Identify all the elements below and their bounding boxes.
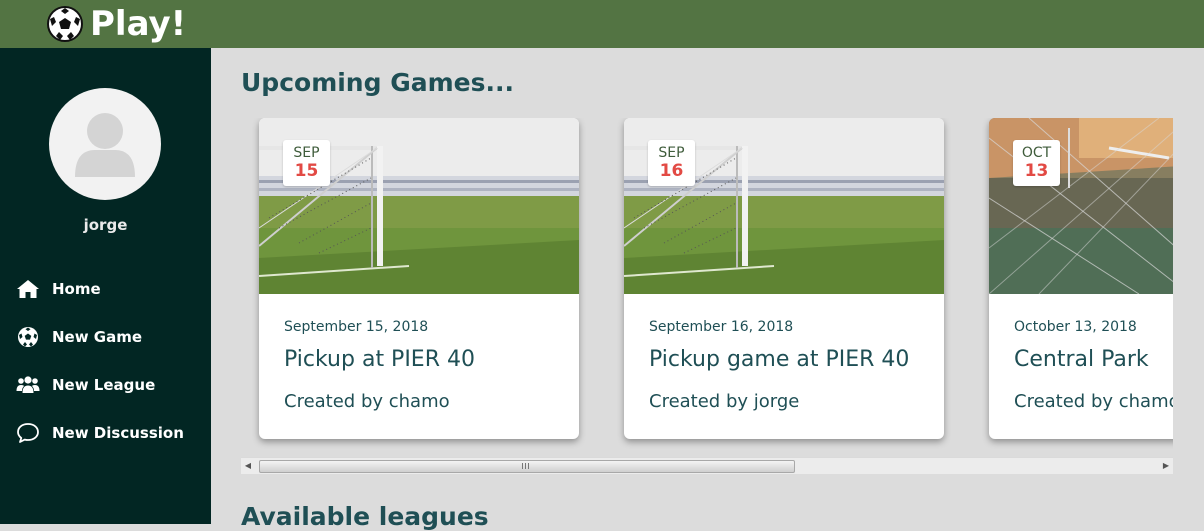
sidebar: jorge Home New Game New League New Discu…: [0, 48, 211, 524]
upcoming-games-title: Upcoming Games...: [241, 68, 514, 97]
horizontal-scrollbar[interactable]: ◀ ▶: [241, 457, 1173, 474]
game-title[interactable]: Central Park: [1014, 347, 1149, 372]
game-title[interactable]: Pickup game at PIER 40: [649, 347, 909, 372]
date-badge: SEP 16: [648, 140, 695, 186]
date-badge: SEP 15: [283, 140, 330, 186]
sidebar-item-label: New Discussion: [52, 424, 184, 442]
soccer-ball-icon: [18, 327, 38, 347]
available-leagues-title: Available leagues: [241, 502, 489, 531]
game-date: September 16, 2018: [649, 319, 794, 335]
home-icon: [17, 280, 39, 298]
game-creator: Created by chamo: [1014, 391, 1173, 412]
game-card[interactable]: SEP 15 September 15, 2018 Pickup at PIER…: [259, 118, 579, 439]
user-placeholder-icon: [75, 113, 135, 177]
sidebar-item-new-discussion[interactable]: New Discussion: [16, 420, 184, 446]
main-content: Upcoming Games... SEP 15 September 15, 2…: [211, 48, 1204, 531]
soccer-ball-icon: [47, 6, 83, 42]
speech-bubble-icon: [17, 423, 39, 443]
sidebar-username: jorge: [83, 216, 128, 234]
users-icon: [16, 376, 40, 393]
sidebar-item-label: Home: [52, 280, 101, 298]
sidebar-item-label: New League: [52, 376, 156, 394]
sidebar-item-label: New Game: [52, 328, 143, 346]
game-date: September 15, 2018: [284, 319, 429, 335]
badge-month: OCT: [1021, 145, 1052, 161]
game-creator: Created by chamo: [284, 391, 450, 412]
game-date: October 13, 2018: [1014, 319, 1137, 335]
badge-month: SEP: [293, 145, 320, 161]
avatar[interactable]: [49, 88, 161, 200]
game-title[interactable]: Pickup at PIER 40: [284, 347, 475, 372]
app-title: Play!: [90, 4, 187, 44]
game-creator: Created by jorge: [649, 391, 800, 412]
badge-month: SEP: [658, 145, 685, 161]
brand-link[interactable]: Play!: [46, 5, 186, 43]
badge-day: 15: [294, 161, 319, 181]
scroll-left-arrow-icon[interactable]: ◀: [241, 458, 255, 474]
sidebar-item-new-league[interactable]: New League: [16, 372, 155, 398]
badge-day: 13: [1024, 161, 1049, 181]
sidebar-item-home[interactable]: Home: [16, 276, 101, 302]
game-card[interactable]: OCT 13 October 13, 2018 Central Park Cre…: [989, 118, 1173, 439]
sidebar-item-new-game[interactable]: New Game: [16, 324, 142, 350]
grip-icon: [522, 463, 530, 469]
upcoming-games-carousel[interactable]: SEP 15 September 15, 2018 Pickup at PIER…: [241, 118, 1173, 470]
scroll-right-arrow-icon[interactable]: ▶: [1159, 458, 1173, 474]
badge-day: 16: [659, 161, 684, 181]
date-badge: OCT 13: [1013, 140, 1060, 186]
scrollbar-thumb[interactable]: [259, 460, 795, 473]
game-card[interactable]: SEP 16 September 16, 2018 Pickup game at…: [624, 118, 944, 439]
top-navbar: Play!: [0, 0, 1204, 48]
